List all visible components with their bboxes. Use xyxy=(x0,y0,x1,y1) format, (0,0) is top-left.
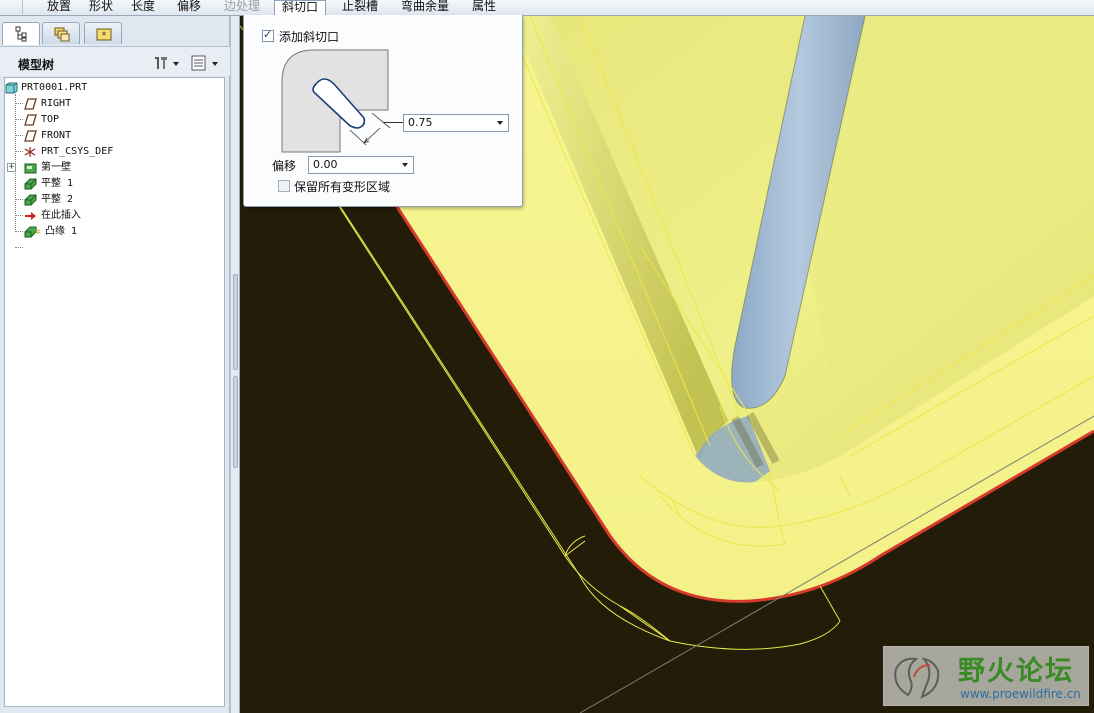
add-miter-checkbox[interactable]: ✓ xyxy=(262,28,274,42)
model-tree-icon xyxy=(15,26,27,42)
offset-value: 0.00 xyxy=(313,158,338,171)
tab-relief[interactable]: 止裂槽 xyxy=(334,0,386,16)
tree-item-label: PRT0001.PRT xyxy=(21,82,88,93)
layers-tab[interactable] xyxy=(42,22,80,44)
offset-field[interactable]: 0.00 xyxy=(308,156,414,174)
miter-width-value: 0.75 xyxy=(408,116,433,129)
pro-e-window: 放置 形状 长度 偏移 边处理 斜切口 止裂槽 弯曲余量 属性 * 模型树 PR… xyxy=(0,0,1094,713)
dropdown-arrow-icon[interactable] xyxy=(402,163,408,167)
tree-columns-icon[interactable] xyxy=(191,55,218,71)
flat-wall-icon xyxy=(24,194,37,206)
tree-item-label: 平整 1 xyxy=(41,178,74,189)
tree-connector xyxy=(15,247,23,248)
tab-length[interactable]: 长度 xyxy=(122,0,164,16)
panel-splitter[interactable] xyxy=(230,16,240,713)
flat-wall-icon xyxy=(24,178,37,190)
tree-item-label: FRONT xyxy=(41,130,72,141)
tree-item-label: 平整 2 xyxy=(41,194,74,205)
tree-item-label: PRT_CSYS_DEF xyxy=(41,146,114,157)
datum-plane-icon xyxy=(24,98,37,110)
splitter-grip[interactable] xyxy=(233,274,238,370)
tab-edge-treatment: 边处理 xyxy=(223,0,260,13)
keep-deform-checkbox[interactable] xyxy=(278,180,290,192)
datum-plane-icon xyxy=(24,114,37,126)
tree-item-label: TOP xyxy=(41,114,60,125)
feature-dashboard-tabs: 放置 形状 长度 偏移 边处理 斜切口 止裂槽 弯曲余量 属性 xyxy=(0,0,1094,17)
tree-settings-icon[interactable] xyxy=(155,57,179,69)
tree-item-front[interactable]: FRONT xyxy=(5,128,224,144)
tree-item-right[interactable]: RIGHT xyxy=(5,96,224,112)
model-tree-tab[interactable] xyxy=(2,22,40,45)
expand-plus-icon[interactable]: + xyxy=(7,163,16,172)
model-tree-toolbar xyxy=(152,53,224,73)
checkmark-icon: ✓ xyxy=(263,28,273,41)
tree-item-flange-1[interactable]: ✲ 凸缘 1 xyxy=(5,224,224,240)
navigator-tabs: * xyxy=(0,22,230,45)
keep-deform-label: 保留所有变形区域 xyxy=(294,180,391,194)
tab-placement[interactable]: 放置 xyxy=(38,0,80,16)
model-tree[interactable]: PRT0001.PRT RIGHT TOP FRONT PRT_CSYS_DEF… xyxy=(4,77,225,707)
tree-item-label: RIGHT xyxy=(41,98,72,109)
offset-label: 偏移 xyxy=(272,159,297,173)
miter-diagram-icon xyxy=(281,49,390,153)
miter-width-field[interactable]: 0.75 xyxy=(403,114,509,132)
favorites-icon: * xyxy=(96,28,112,41)
watermark-url: www.proewildfire.cn xyxy=(960,687,1081,701)
tree-item-label: 凸缘 1 xyxy=(45,226,78,237)
model-tree-title: 模型树 xyxy=(18,58,55,72)
dimension-leader xyxy=(383,122,404,123)
watermark-title: 野火论坛 xyxy=(958,656,1074,687)
tree-item-label: 第一壁 xyxy=(41,162,71,173)
model-tree-header: 模型树 xyxy=(0,46,230,76)
svg-text:*: * xyxy=(102,31,107,41)
tree-item-top[interactable]: TOP xyxy=(5,112,224,128)
tree-item-insert-here[interactable]: 在此插入 xyxy=(5,208,224,224)
splitter-grip[interactable] xyxy=(233,376,238,468)
tree-item-flat-1[interactable]: 平整 1 xyxy=(5,176,224,192)
datum-plane-icon xyxy=(24,130,37,142)
layers-icon xyxy=(54,27,70,42)
favorites-tab[interactable]: * xyxy=(84,22,122,44)
part-icon xyxy=(5,82,18,94)
add-miter-label: 添加斜切口 xyxy=(279,30,340,44)
insert-here-arrow-icon xyxy=(25,212,36,220)
tab-properties[interactable]: 属性 xyxy=(462,0,506,16)
tree-item-flat-2[interactable]: 平整 2 xyxy=(5,192,224,208)
tab-bend-allowance[interactable]: 弯曲余量 xyxy=(392,0,458,16)
tab-shape[interactable]: 形状 xyxy=(80,0,122,16)
miter-cuts-panel: ✓ 添加斜切口 0.75 偏移 0.00 保留所有变形区域 xyxy=(243,15,523,207)
tree-item-label: 在此插入 xyxy=(41,210,81,221)
tree-item-part[interactable]: PRT0001.PRT xyxy=(5,80,224,96)
dropdown-arrow-icon[interactable] xyxy=(497,121,503,125)
tab-offset[interactable]: 偏移 xyxy=(166,0,212,16)
flame-logo-icon xyxy=(894,657,940,699)
tree-item-csys[interactable]: PRT_CSYS_DEF xyxy=(5,144,224,160)
status-marker-icon: ✲ xyxy=(35,227,41,237)
first-wall-icon xyxy=(24,163,37,174)
navigator-panel: * 模型树 PRT0001.PRT RIGHT TOP FRONT PRT_CS… xyxy=(0,16,230,713)
tab-separator xyxy=(22,0,23,14)
coordinate-system-icon xyxy=(24,147,36,157)
tree-item-first-wall[interactable]: + 第一壁 xyxy=(5,160,224,176)
forum-watermark: 野火论坛 www.proewildfire.cn xyxy=(883,646,1089,706)
